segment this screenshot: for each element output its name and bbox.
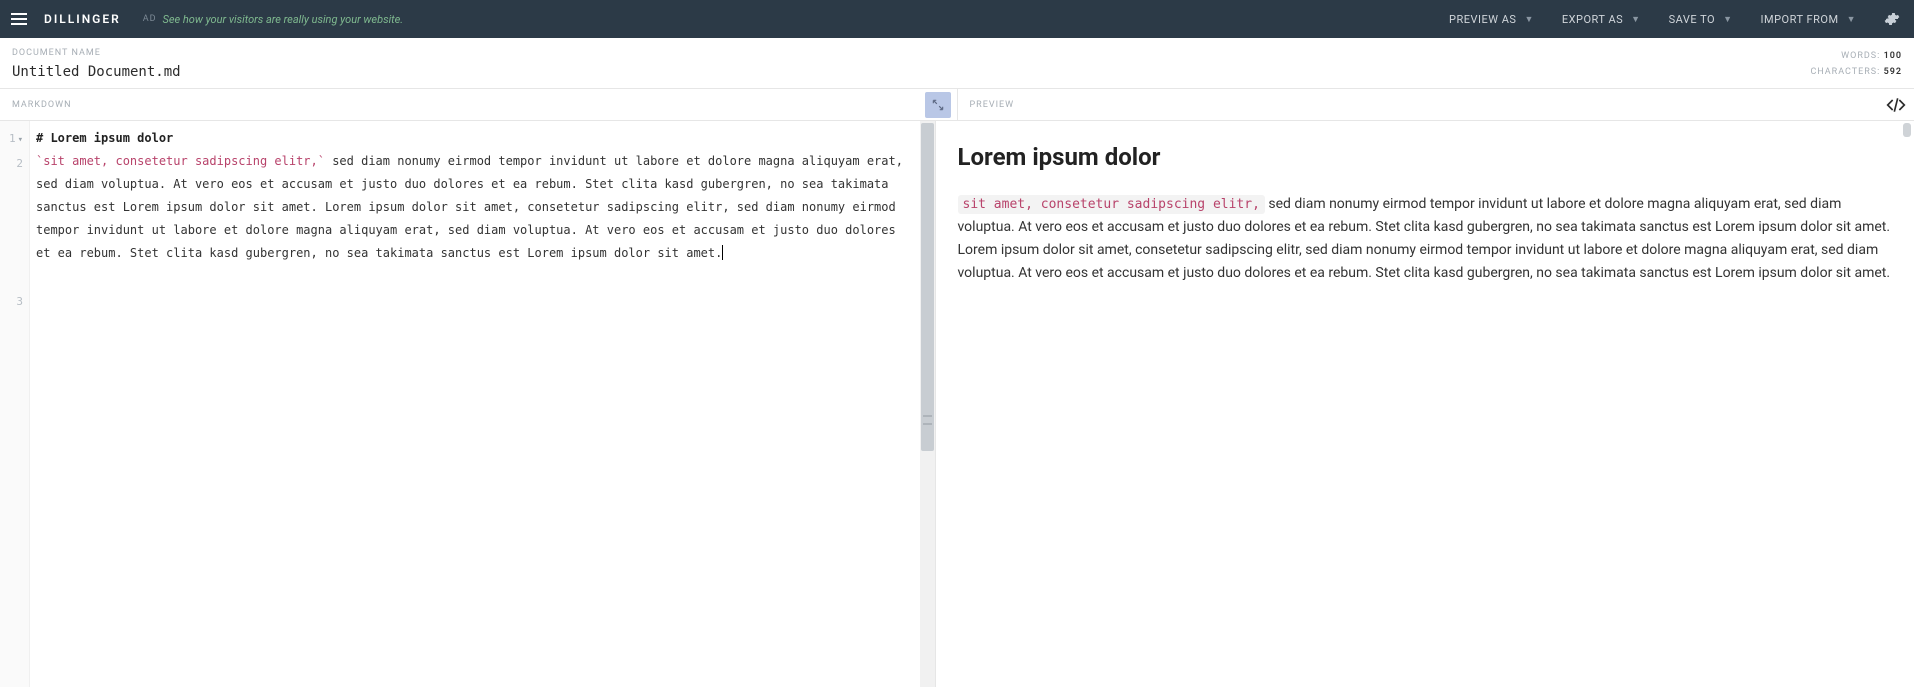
expand-icon [931,98,945,112]
chevron-down-icon: ▼ [1723,14,1732,25]
text-cursor [722,245,723,260]
chars-label: CHARACTERS: [1810,67,1880,77]
words-value: 100 [1884,51,1902,61]
editor-scrollbar[interactable] [920,121,935,687]
chars-value: 592 [1884,67,1902,77]
save-to-menu[interactable]: SAVE TO ▼ [1655,0,1747,38]
editor-text: sed diam nonumy eirmod tempor invidunt u… [36,154,903,260]
editor-inline-code: `sit amet, consetetur sadipscing elitr,` [36,154,325,168]
export-as-menu[interactable]: EXPORT AS ▼ [1548,0,1655,38]
chevron-down-icon: ▼ [1524,14,1533,25]
chevron-down-icon: ▼ [1847,14,1856,25]
ad-link[interactable]: See how your visitors are really using y… [163,13,404,26]
brand-logo: DILLINGER [44,12,121,26]
words-label: WORDS: [1841,51,1880,61]
settings-button[interactable] [1870,0,1914,38]
markdown-label: MARKDOWN [12,100,72,110]
top-menu: PREVIEW AS ▼ EXPORT AS ▼ SAVE TO ▼ IMPORT F… [1435,0,1870,38]
menu-label: PREVIEW AS [1449,13,1516,26]
preview-scrollbar[interactable] [1900,121,1914,687]
editor-line-1: # Lorem ipsum dolor [36,127,912,150]
preview-paragraph: sit amet, consetetur sadipscing elitr, s… [958,193,1893,285]
line-number: 2 [0,152,23,175]
docname-label: DOCUMENT NAME [12,48,1902,58]
import-from-menu[interactable]: IMPORT FROM ▼ [1747,0,1870,38]
menu-label: SAVE TO [1669,13,1716,26]
code-icon [1886,95,1906,115]
preview-header: PREVIEW [958,89,1914,120]
preview-as-menu[interactable]: PREVIEW AS ▼ [1435,0,1548,38]
line-number: 1▾ [0,127,23,152]
preview-pane: Lorem ipsum dolor sit amet, consetetur s… [936,121,1914,687]
gear-icon [1884,11,1900,27]
markdown-header: MARKDOWN [0,89,958,120]
line-gutter: 1▾ 2 3 [0,121,30,687]
expand-editor-button[interactable] [925,92,951,118]
preview-heading: Lorem ipsum dolor [958,143,1893,171]
document-bar: DOCUMENT NAME Untitled Document.md WORDS… [0,38,1914,89]
preview-inline-code: sit amet, consetetur sadipscing elitr, [958,195,1265,214]
scrollbar-thumb[interactable] [921,123,934,451]
chevron-down-icon: ▼ [1631,14,1640,25]
ad-label: AD [143,14,157,24]
document-stats: WORDS: 100 CHARACTERS: 592 [1810,48,1902,80]
scrollbar-thumb[interactable] [1903,123,1911,137]
fold-icon[interactable]: ▾ [18,135,23,145]
topbar: DILLINGER AD See how your visitors are r… [0,0,1914,38]
menu-label: IMPORT FROM [1761,13,1839,26]
toggle-html-button[interactable] [1886,95,1906,118]
panels: 1▾ 2 3 # Lorem ipsum dolor `sit amet, co… [0,121,1914,687]
markdown-editor[interactable]: # Lorem ipsum dolor `sit amet, consetetu… [30,121,920,687]
menu-button[interactable] [0,0,38,38]
panels-header: MARKDOWN PREVIEW [0,89,1914,121]
menu-label: EXPORT AS [1562,13,1623,26]
editor-pane: 1▾ 2 3 # Lorem ipsum dolor `sit amet, co… [0,121,936,687]
line-number: 3 [0,290,23,313]
docname-input[interactable]: Untitled Document.md [12,64,1902,80]
splitter-grip[interactable] [923,415,932,425]
preview-label: PREVIEW [970,100,1015,110]
editor-line-2: `sit amet, consetetur sadipscing elitr,`… [36,150,912,265]
